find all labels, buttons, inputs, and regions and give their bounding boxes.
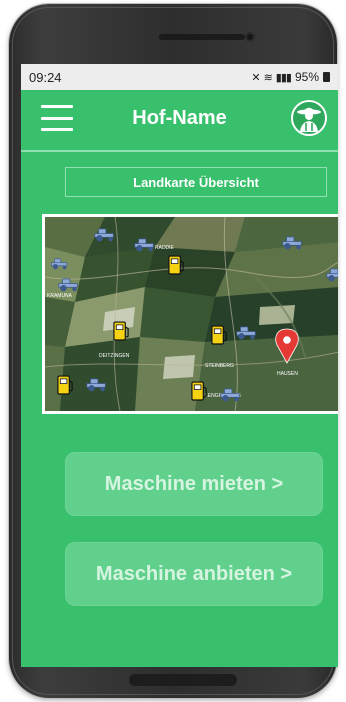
front-camera — [245, 32, 255, 42]
farmer-avatar-icon[interactable] — [291, 100, 327, 136]
status-bar: 09:24 ✕ ≋ ▮▮▮ 95% — [21, 64, 338, 90]
wifi-icon: ≋ — [263, 71, 273, 84]
place-label: STEINBERG — [205, 363, 234, 369]
app-bar: Hof-Name — [21, 90, 338, 152]
place-label: HAUSEN — [277, 371, 298, 377]
place-label: DEITZINGEN — [99, 353, 130, 359]
menu-icon[interactable] — [41, 105, 73, 131]
offer-machine-button[interactable]: Maschine anbieten > — [65, 542, 323, 606]
battery-icon — [323, 72, 330, 82]
overview-map[interactable]: RADDIE KRAMUNA DEITZINGEN STEINBERG HAUS… — [42, 214, 338, 414]
signal-icon: ▮▮▮ — [275, 71, 292, 84]
status-time: 09:24 — [29, 69, 62, 85]
mute-icon: ✕ — [251, 71, 260, 84]
earpiece — [159, 34, 245, 40]
map-overview-heading: Landkarte Übersicht — [65, 167, 327, 197]
satellite-map: RADDIE KRAMUNA DEITZINGEN STEINBERG HAUS… — [45, 217, 338, 411]
rent-machine-button[interactable]: Maschine mieten > — [65, 452, 323, 516]
page-title: Hof-Name — [132, 107, 227, 129]
home-button[interactable] — [129, 674, 237, 686]
place-label: RADDIE — [155, 245, 175, 251]
status-indicators: ✕ ≋ ▮▮▮ 95% — [251, 70, 330, 84]
phone-frame: 09:24 ✕ ≋ ▮▮▮ 95% Hof-Name Landkarte Übe… — [9, 4, 338, 698]
place-label: KRAMUNA — [47, 293, 73, 299]
app-screen: 09:24 ✕ ≋ ▮▮▮ 95% Hof-Name Landkarte Übe… — [21, 64, 338, 667]
battery-percent: 95% — [294, 70, 319, 84]
